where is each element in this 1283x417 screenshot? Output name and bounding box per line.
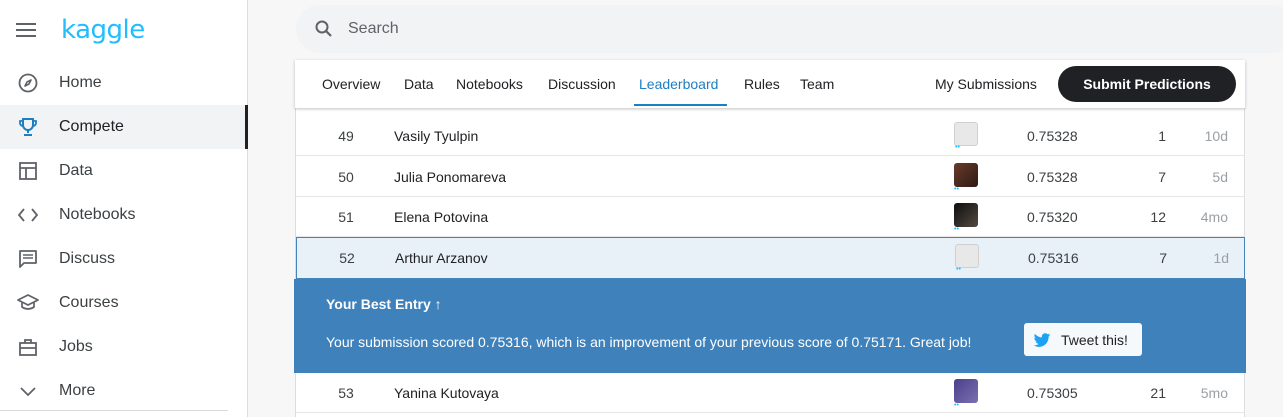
banner-title-text: Your Best Entry — [326, 296, 431, 312]
avatar[interactable]: •• — [954, 122, 978, 151]
chevron-down-icon — [17, 380, 39, 402]
hamburger-menu-icon[interactable] — [16, 23, 36, 37]
sidebar-item-label: Compete — [59, 118, 124, 135]
last-submission-cell: 4mo — [1200, 209, 1228, 225]
table-icon — [17, 160, 39, 182]
tab-leaderboard[interactable]: Leaderboard — [639, 76, 718, 92]
sidebar-item-more[interactable]: More — [0, 369, 248, 413]
sidebar-nav: Home Compete Data Notebooks Discuss Cour… — [0, 61, 248, 413]
banner-message: Your submission scored 0.75316, which is… — [326, 334, 972, 350]
tab-rules[interactable]: Rules — [744, 76, 780, 92]
last-submission-cell: 5d — [1212, 169, 1228, 185]
table-row[interactable]: 50 Julia Ponomareva •• 0.75328 7 5d — [296, 157, 1245, 197]
tier-dots-icon: •• — [956, 266, 961, 273]
sidebar-item-jobs[interactable]: Jobs — [0, 325, 248, 369]
rank-cell: 49 — [338, 128, 354, 144]
search-bar[interactable] — [296, 5, 1283, 53]
sidebar-item-label: Jobs — [59, 338, 93, 355]
tier-dots-icon: •• — [954, 402, 959, 409]
competition-tabs: Overview Data Notebooks Discussion Leade… — [295, 60, 1245, 108]
my-submissions-link[interactable]: My Submissions — [935, 76, 1037, 92]
score-cell: 0.75316 — [1028, 250, 1079, 266]
sidebar-item-data[interactable]: Data — [0, 149, 248, 193]
sidebar-item-compete[interactable]: Compete — [0, 105, 248, 149]
sidebar-item-label: Courses — [59, 294, 119, 311]
tab-data[interactable]: Data — [404, 76, 434, 92]
last-submission-cell: 1d — [1213, 250, 1229, 266]
sidebar-item-courses[interactable]: Courses — [0, 281, 248, 325]
score-cell: 0.75320 — [1027, 209, 1078, 225]
graduation-cap-icon — [17, 292, 39, 314]
entries-cell: 21 — [1150, 385, 1166, 401]
avatar[interactable]: •• — [955, 244, 979, 273]
tab-overview[interactable]: Overview — [322, 76, 380, 92]
sidebar-item-label: More — [59, 382, 96, 399]
active-tab-indicator — [634, 104, 727, 106]
avatar[interactable]: •• — [954, 163, 978, 193]
rank-cell: 51 — [338, 209, 354, 225]
code-icon — [17, 204, 39, 226]
brand: kaggle — [16, 15, 145, 45]
table-row[interactable]: 49 Vasily Tyulpin •• 0.75328 1 10d — [296, 116, 1245, 156]
sidebar: kaggle Home Compete Data Notebooks Discu… — [0, 0, 248, 417]
sidebar-item-label: Discuss — [59, 250, 116, 267]
tweet-label: Tweet this! — [1061, 331, 1128, 348]
table-row-current-user[interactable]: 52 Arthur Arzanov •• 0.75316 7 1d — [296, 237, 1245, 279]
last-submission-cell: 5mo — [1200, 385, 1228, 401]
sidebar-item-notebooks[interactable]: Notebooks — [0, 193, 248, 237]
sidebar-item-label: Data — [59, 162, 93, 179]
entries-cell: 1 — [1158, 128, 1166, 144]
twitter-icon — [1032, 330, 1052, 350]
search-icon — [314, 19, 334, 39]
sidebar-item-home[interactable]: Home — [0, 61, 248, 105]
table-row[interactable]: 53 Yanina Kutovaya •• 0.75305 21 5mo — [296, 373, 1245, 413]
team-name[interactable]: Yanina Kutovaya — [394, 385, 499, 401]
briefcase-icon — [17, 336, 39, 358]
banner-title: Your Best Entry ↑ — [326, 296, 442, 312]
tier-dots-icon: •• — [955, 144, 960, 151]
score-cell: 0.75328 — [1027, 169, 1078, 185]
tweet-button[interactable]: Tweet this! — [1024, 323, 1142, 356]
score-cell: 0.75328 — [1027, 128, 1078, 144]
rank-cell: 52 — [339, 250, 355, 266]
arrow-up-icon: ↑ — [434, 296, 442, 312]
trophy-icon — [17, 116, 39, 138]
compass-icon — [17, 72, 39, 94]
team-name[interactable]: Julia Ponomareva — [394, 169, 506, 185]
tab-discussion[interactable]: Discussion — [548, 76, 616, 92]
team-name[interactable]: Vasily Tyulpin — [394, 128, 478, 144]
tab-notebooks[interactable]: Notebooks — [456, 76, 523, 92]
score-cell: 0.75305 — [1027, 385, 1078, 401]
sidebar-item-discuss[interactable]: Discuss — [0, 237, 248, 281]
sidebar-item-label: Notebooks — [59, 206, 136, 223]
kaggle-logo[interactable]: kaggle — [61, 15, 145, 45]
avatar[interactable]: •• — [954, 379, 978, 409]
entries-cell: 7 — [1159, 250, 1167, 266]
team-name[interactable]: Elena Potovina — [394, 209, 488, 225]
best-entry-banner: Your Best Entry ↑ Your submission scored… — [294, 279, 1246, 373]
avatar[interactable]: •• — [954, 203, 978, 233]
tab-team[interactable]: Team — [800, 76, 834, 92]
search-input[interactable] — [348, 20, 848, 38]
sidebar-divider — [0, 410, 228, 411]
tier-dots-icon: •• — [954, 226, 959, 233]
rank-cell: 53 — [338, 385, 354, 401]
team-name[interactable]: Arthur Arzanov — [395, 250, 488, 266]
rank-cell: 50 — [338, 169, 354, 185]
submit-predictions-button[interactable]: Submit Predictions — [1058, 66, 1236, 102]
comment-icon — [17, 248, 39, 270]
last-submission-cell: 10d — [1204, 128, 1228, 144]
entries-cell: 12 — [1150, 209, 1166, 225]
entries-cell: 7 — [1158, 169, 1166, 185]
table-row[interactable]: 51 Elena Potovina •• 0.75320 12 4mo — [296, 197, 1245, 237]
tier-dots-icon: •• — [954, 186, 959, 193]
sidebar-item-label: Home — [59, 74, 102, 91]
